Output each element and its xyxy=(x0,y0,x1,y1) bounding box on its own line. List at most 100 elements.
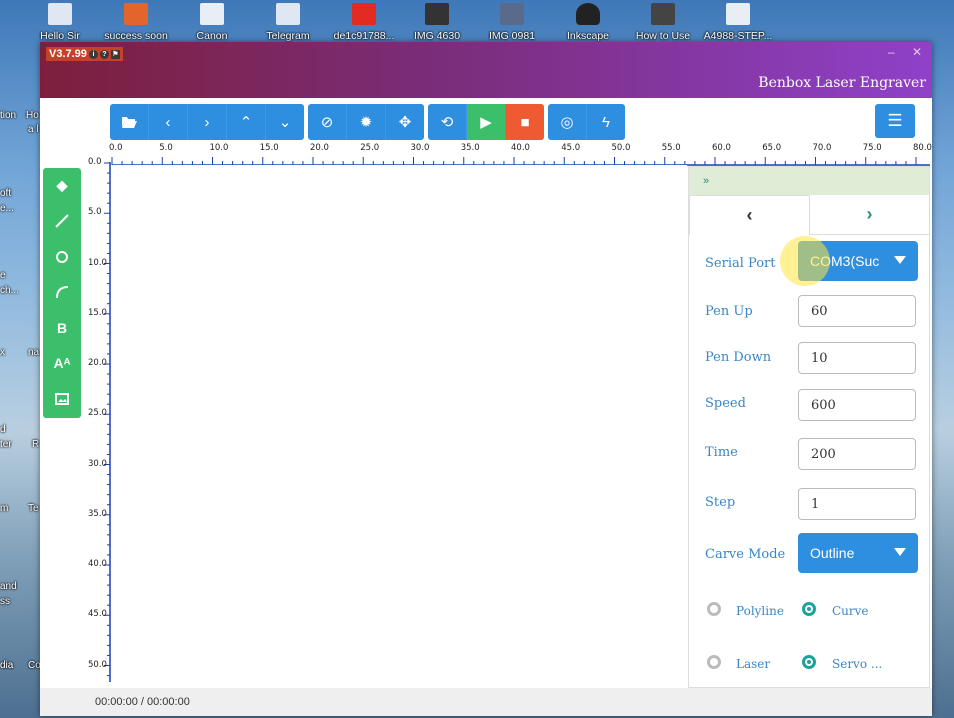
desktop-side-label: e... xyxy=(0,203,14,214)
ruler-y-label: 45.0 xyxy=(88,609,107,620)
desktop-icon-inkscape[interactable]: Inkscape xyxy=(550,0,626,42)
move-down-button[interactable]: ⌄ xyxy=(266,104,304,140)
pen-down-input[interactable]: 10 xyxy=(798,342,916,374)
desktop-icon-success-soon[interactable]: success soon xyxy=(98,0,174,42)
desktop-icon-a4988[interactable]: A4988-STEP... xyxy=(700,0,776,42)
carve-mode-label: Carve Mode xyxy=(705,547,786,562)
desktop-side-label: Ho xyxy=(26,110,39,121)
ruler-y-label: 25.0 xyxy=(88,408,107,419)
move-right-button[interactable]: › xyxy=(188,104,227,140)
ruler-y-label: 30.0 xyxy=(88,458,107,469)
minimize-button[interactable]: – xyxy=(888,45,895,59)
desktop-icon-hello-sir[interactable]: Hello Sir xyxy=(22,0,98,42)
desktop-icon-youtube-file[interactable]: de1c91788... xyxy=(326,0,402,42)
chevron-left-icon: ‹ xyxy=(165,113,171,131)
font-tool[interactable]: Aᴬ xyxy=(43,346,81,382)
help-icon[interactable]: ? xyxy=(99,49,109,59)
desktop-icon-telegram[interactable]: Telegram xyxy=(250,0,326,42)
radio-servo[interactable] xyxy=(802,655,816,669)
app-window: V3.7.99 i? ⚑ – ✕ Benbox Laser Engraver ‹ ›… xyxy=(40,42,932,716)
ruler-x-label: 50.0 xyxy=(611,143,631,153)
drawing-canvas[interactable] xyxy=(112,165,687,685)
desktop-side-label: e xyxy=(0,270,6,281)
desktop-side-label: ss xyxy=(0,596,10,607)
brightness-button[interactable]: ✹ xyxy=(347,104,386,140)
ruler-x-label: 5.0 xyxy=(159,143,173,153)
info-icon[interactable]: i xyxy=(88,49,98,59)
ruler-y-label: 35.0 xyxy=(88,508,107,519)
image-tool[interactable] xyxy=(43,381,81,417)
desktop-icon-img-4630[interactable]: IMG 4630 xyxy=(399,0,475,42)
ruler-y-label: 5.0 xyxy=(88,207,102,218)
desktop-icon-canon[interactable]: Canon xyxy=(174,0,250,42)
desktop-icon-img-0981[interactable]: IMG 0981 xyxy=(474,0,550,42)
caret-down-icon xyxy=(894,548,906,556)
pen-up-input[interactable]: 60 xyxy=(798,295,916,327)
step-input[interactable]: 1 xyxy=(798,488,916,520)
desktop-side-label: Co xyxy=(28,660,41,671)
tag-icon: ◆ xyxy=(56,177,68,194)
desktop-side-label: m xyxy=(0,503,9,514)
radio-curve[interactable] xyxy=(802,602,816,616)
elapsed-time: 00:00:00 / 00:00:00 xyxy=(95,696,190,708)
ruler-x-label: 65.0 xyxy=(762,143,782,153)
close-button[interactable]: ✕ xyxy=(912,45,922,59)
radio-laser[interactable] xyxy=(707,655,721,669)
ruler-x-label: 0.0 xyxy=(109,143,123,153)
desktop-side-label: d xyxy=(0,424,6,435)
circle-icon xyxy=(56,250,68,263)
ruler-x-label: 60.0 xyxy=(712,143,731,153)
radio-polyline[interactable] xyxy=(707,602,721,616)
target-button[interactable]: ◎ xyxy=(548,104,587,140)
laser-button[interactable]: ϟ xyxy=(587,104,625,140)
sun-icon: ✹ xyxy=(359,114,373,131)
ruler-y-label: 0.0 xyxy=(88,157,102,167)
carve-mode-select[interactable]: Outline xyxy=(798,533,918,573)
ruler-y-label: 20.0 xyxy=(88,358,107,368)
menu-button[interactable]: ☰ xyxy=(875,104,915,138)
open-file-button[interactable] xyxy=(110,104,149,140)
ruler-x-label: 25.0 xyxy=(360,143,380,153)
desktop-icon-how-to-use[interactable]: How to Use xyxy=(625,0,701,42)
disable-button[interactable]: ⊘ xyxy=(308,104,347,140)
panel-tabs: ‹ › xyxy=(689,195,929,235)
time-input[interactable]: 200 xyxy=(798,438,916,470)
arc-icon xyxy=(56,286,69,299)
arc-tool[interactable] xyxy=(43,275,81,311)
speed-input[interactable]: 600 xyxy=(798,389,916,421)
stop-button[interactable]: ■ xyxy=(506,104,544,140)
radio-laser-label: Laser xyxy=(736,657,771,671)
ruler-x-label: 70.0 xyxy=(812,143,832,153)
collapse-panel-toggle[interactable]: » xyxy=(689,167,929,195)
center-button[interactable]: ✥ xyxy=(386,104,424,140)
chevron-right-icon: › xyxy=(204,113,210,131)
image-icon xyxy=(55,392,69,405)
tag-tool[interactable]: ◆ xyxy=(43,168,81,204)
version-badge: V3.7.99 i? ⚑ xyxy=(46,47,123,61)
move-left-button[interactable]: ‹ xyxy=(149,104,188,140)
flag-icon[interactable]: ⚑ xyxy=(110,49,120,59)
folder-open-icon xyxy=(122,117,137,128)
tab-previous[interactable]: ‹ xyxy=(689,195,810,235)
ruler-y-label: 50.0 xyxy=(88,659,107,670)
cursor-highlight xyxy=(780,236,830,286)
target-icon: ◎ xyxy=(560,114,574,131)
ruler-x-label: 45.0 xyxy=(561,143,581,153)
ruler-y-label: 40.0 xyxy=(88,559,107,569)
hamburger-icon: ☰ xyxy=(887,111,903,130)
ruler-x-label: 15.0 xyxy=(259,143,279,153)
tab-next[interactable]: › xyxy=(810,195,929,235)
chevron-left-icon: ‹ xyxy=(746,205,753,225)
line-tool[interactable] xyxy=(43,204,81,240)
bolt-icon: ϟ xyxy=(602,113,610,131)
move-up-button[interactable]: ⌃ xyxy=(227,104,266,140)
loop-button[interactable]: ⟲ xyxy=(428,104,467,140)
desktop-side-label: ch... xyxy=(0,285,19,296)
speed-label: Speed xyxy=(705,396,746,411)
desktop-side-label: and xyxy=(0,581,17,592)
stop-icon: ■ xyxy=(520,113,530,131)
pen-down-label: Pen Down xyxy=(705,350,772,365)
circle-tool[interactable] xyxy=(43,239,81,275)
bold-text-tool[interactable]: B xyxy=(43,310,81,346)
start-button[interactable]: ▶ xyxy=(467,104,506,140)
